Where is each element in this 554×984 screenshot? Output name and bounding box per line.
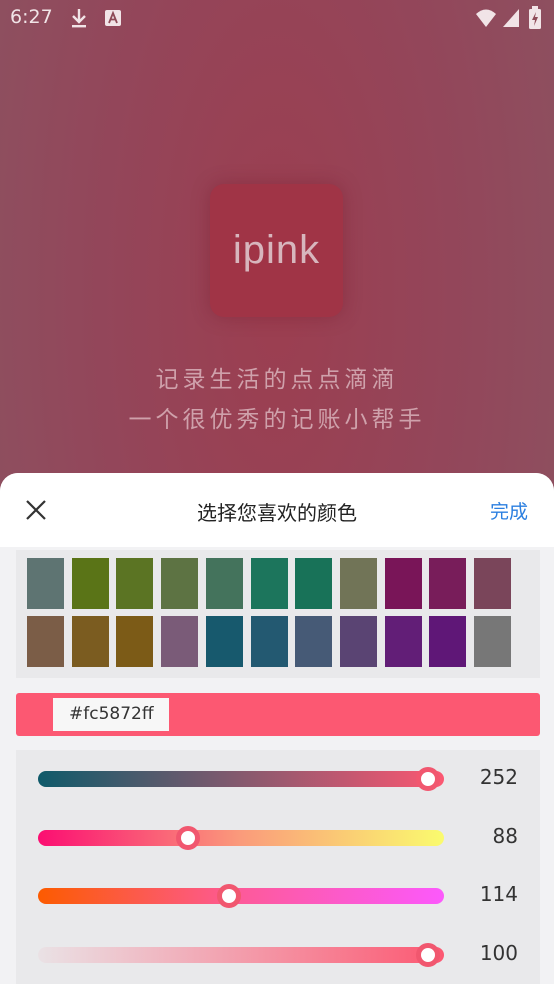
color-swatch[interactable] — [27, 558, 64, 609]
color-swatch[interactable] — [161, 616, 199, 667]
color-swatch[interactable] — [250, 558, 288, 609]
current-color-preview: #fc5872ff — [16, 693, 540, 736]
red-value: 252 — [479, 765, 518, 789]
color-swatch[interactable] — [339, 616, 377, 667]
sheet-title: 选择您喜欢的颜色 — [197, 501, 357, 525]
battery-icon — [528, 6, 542, 34]
color-swatch[interactable] — [339, 558, 377, 609]
color-swatch[interactable] — [250, 616, 288, 667]
color-swatch[interactable] — [71, 558, 109, 609]
green-slider-handle[interactable] — [176, 825, 201, 850]
color-swatch[interactable] — [295, 558, 333, 609]
sheet-header: 选择您喜欢的颜色 完成 — [0, 473, 554, 547]
hex-value-field[interactable]: #fc5872ff — [53, 698, 169, 731]
alpha-slider-handle[interactable] — [415, 942, 440, 967]
color-swatch[interactable] — [474, 616, 511, 667]
alpha-value: 100 — [479, 940, 518, 965]
color-swatch[interactable] — [205, 558, 243, 609]
blue-value: 114 — [479, 882, 518, 906]
rgba-sliders: 252 88 114 100 — [16, 750, 540, 984]
signal-icon — [502, 8, 520, 32]
color-swatch[interactable] — [71, 616, 109, 667]
slogan-line-2: 一个很优秀的记账小帮手 — [128, 407, 426, 433]
red-slider-track[interactable] — [38, 771, 444, 787]
blue-slider-track[interactable] — [38, 888, 444, 904]
red-slider-handle[interactable] — [415, 767, 440, 791]
done-button[interactable]: 完成 — [490, 497, 528, 524]
color-swatch[interactable] — [384, 616, 422, 667]
status-time: 6:27 — [10, 6, 53, 28]
logo-text: ipink — [232, 228, 321, 272]
blue-slider-handle[interactable] — [216, 884, 241, 908]
a-badge-icon — [104, 9, 122, 31]
green-value: 88 — [492, 823, 518, 848]
color-swatch[interactable] — [161, 558, 199, 609]
color-swatch[interactable] — [116, 616, 154, 667]
download-icon — [70, 7, 88, 33]
wifi-icon — [475, 8, 497, 32]
color-swatch[interactable] — [384, 558, 422, 609]
color-swatch[interactable] — [429, 558, 467, 609]
slogan-line-1: 记录生活的点点滴滴 — [155, 367, 399, 393]
alpha-slider-track[interactable] — [38, 946, 444, 963]
green-slider-track[interactable] — [38, 829, 444, 846]
color-picker-sheet: 选择您喜欢的颜色 完成 #fc5872ff 252 88 114 100 — [0, 473, 554, 984]
app-logo: ipink — [210, 184, 343, 317]
color-swatch[interactable] — [295, 616, 333, 667]
color-swatch[interactable] — [429, 616, 467, 667]
color-palette — [16, 550, 540, 678]
color-swatch[interactable] — [116, 558, 154, 609]
status-bar: 6:27 — [0, 0, 554, 36]
color-swatch[interactable] — [27, 616, 64, 667]
color-swatch[interactable] — [474, 558, 511, 609]
color-swatch[interactable] — [205, 616, 243, 667]
